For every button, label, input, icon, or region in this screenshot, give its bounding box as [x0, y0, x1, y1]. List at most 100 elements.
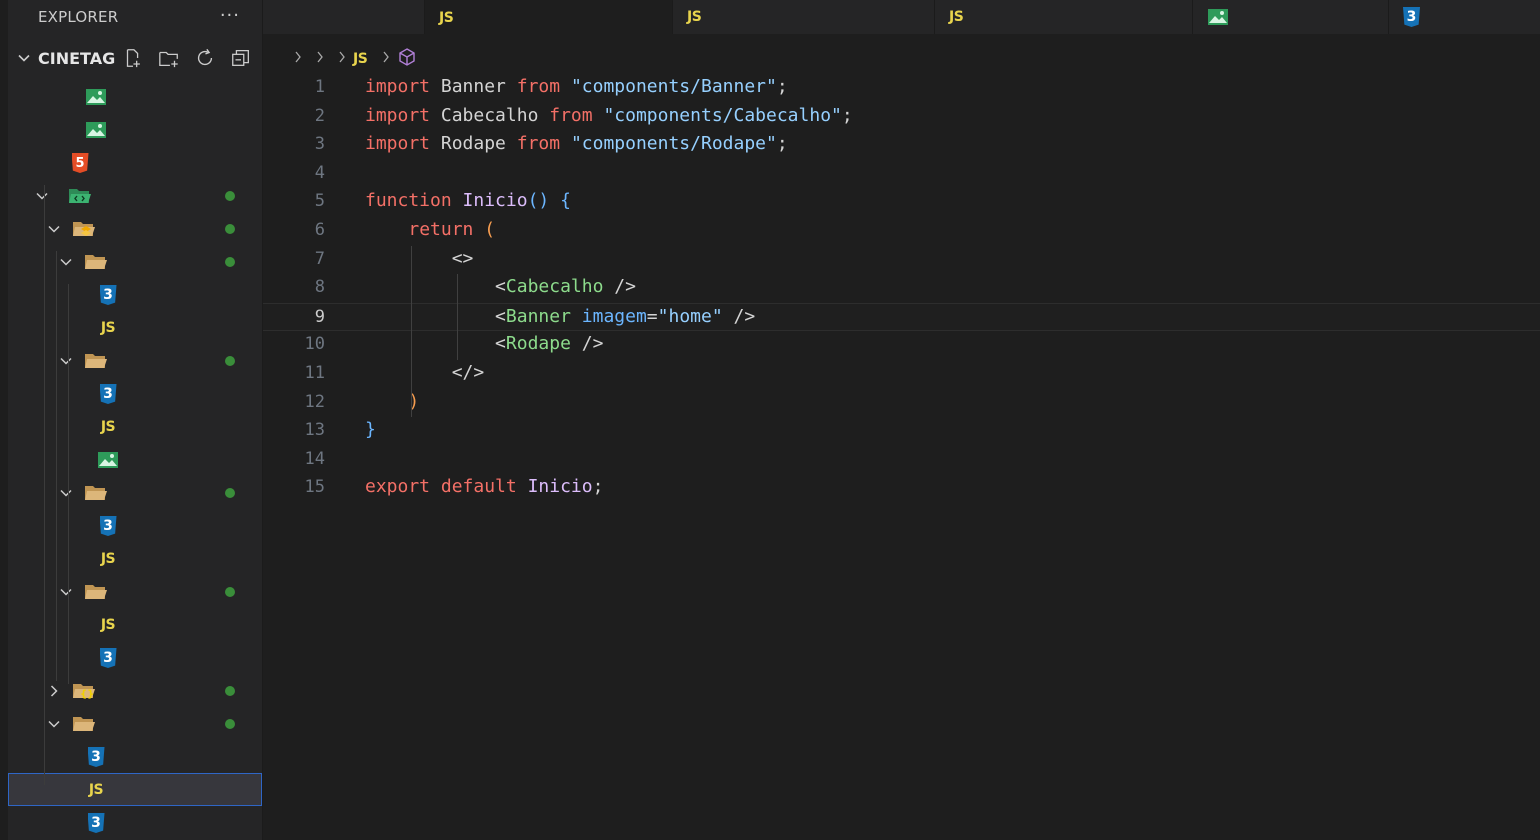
js-file-icon: JS: [439, 9, 454, 26]
file-icon-slot: JS: [96, 416, 120, 438]
line-number: 7: [314, 248, 325, 269]
code-line[interactable]: 6 return (: [263, 217, 1540, 246]
chevron-down-icon[interactable]: [58, 254, 74, 270]
code-line[interactable]: 1 import Banner from "components/Banner";: [263, 74, 1540, 103]
code-token: ;: [776, 133, 788, 155]
code-token: />: [722, 305, 756, 327]
tree-item-pages[interactable]: [8, 707, 262, 740]
chevron-down-icon[interactable]: [58, 584, 74, 600]
file-tree: 5 3 JS 3 JS 3 JS JS 3 {} 3 JS 3: [8, 80, 262, 839]
code-token: Banner: [430, 76, 517, 97]
new-file-icon[interactable]: [121, 46, 145, 70]
code-line[interactable]: 12 ): [263, 389, 1540, 418]
chevron-down-icon[interactable]: [46, 716, 62, 732]
tree-item-index-js[interactable]: JS: [8, 773, 262, 806]
line-number: 5: [314, 191, 325, 212]
code-line[interactable]: 8 <Cabecalho />: [263, 274, 1540, 303]
tree-item-banner[interactable]: [8, 245, 262, 278]
tree-item-favorite-p[interactable]: [8, 80, 262, 113]
code-token: (: [484, 219, 496, 240]
file-icon-slot: [84, 119, 108, 141]
tree-item-cabecal[interactable]: 3: [8, 509, 262, 542]
code-token: import: [365, 76, 431, 97]
code-token: Rodape: [430, 133, 517, 155]
tree-item-logo-ci[interactable]: [8, 443, 262, 476]
file-icon-slot: [96, 449, 120, 471]
editor-indent-guide: [411, 245, 412, 418]
line-number: 1: [314, 77, 325, 97]
code-line[interactable]: 11 </>: [263, 360, 1540, 389]
code-line[interactable]: 5 function Inicio() {: [263, 188, 1540, 217]
chevron-right-icon[interactable]: [46, 683, 62, 699]
line-number: 3: [314, 134, 325, 155]
tab-index-js-rodape[interactable]: JS: [673, 0, 935, 34]
image-file-icon: [86, 122, 106, 138]
code-line[interactable]: 13}: [263, 417, 1540, 446]
tree-item-rodape[interactable]: 3: [8, 641, 262, 674]
js-file-icon: JS: [687, 9, 702, 25]
tree-item-home-png[interactable]: [8, 113, 262, 146]
code-line[interactable]: 9 <Banner imagem="home" />: [263, 302, 1540, 332]
css-file-icon: 3: [87, 747, 105, 767]
code-token: ;: [841, 104, 853, 126]
tree-item-components[interactable]: [8, 212, 262, 245]
tree-item-index-html[interactable]: 5: [8, 146, 262, 179]
tab-index-js-banner[interactable]: JS: [935, 0, 1193, 34]
more-actions-icon[interactable]: ···: [220, 5, 240, 26]
project-header[interactable]: CINETAG: [8, 42, 262, 74]
new-folder-icon[interactable]: [157, 46, 181, 70]
code-line[interactable]: 2 import Cabecalho from "components/Cabec…: [263, 103, 1540, 132]
code-line[interactable]: 14: [263, 446, 1540, 475]
tree-item-index-css[interactable]: 3: [8, 740, 262, 773]
tree-item-cabecal[interactable]: 3: [8, 377, 262, 410]
tree-item-banner[interactable]: 3: [8, 278, 262, 311]
line-number: 10: [304, 334, 325, 355]
image-file-icon: [86, 89, 106, 105]
code-line[interactable]: 7 <>: [263, 246, 1540, 275]
code-editor[interactable]: 1 import Banner from "components/Banner";…: [263, 74, 1540, 840]
tree-item-inicio-mo[interactable]: 3: [8, 806, 262, 839]
breadcrumb-item[interactable]: JS: [353, 47, 375, 68]
code-token: Banner: [505, 305, 571, 327]
code-token: from: [516, 133, 561, 155]
chevron-down-icon[interactable]: [46, 221, 62, 237]
tab--css-inicio[interactable]: [263, 0, 425, 34]
file-icon-slot: 3: [84, 812, 108, 834]
code-token: ;: [592, 476, 604, 498]
tree-item-cabecalho[interactable]: [8, 344, 262, 377]
tree-item-cabecalh[interactable]: [8, 476, 262, 509]
code-line[interactable]: 15 export default Inicio;: [263, 474, 1540, 503]
code-token: />: [603, 276, 636, 298]
tab-home-png[interactable]: [1193, 0, 1389, 34]
chevron-down-icon[interactable]: [34, 188, 50, 204]
tree-item-index-js[interactable]: JS: [8, 311, 262, 344]
tree-item-index-js[interactable]: JS: [8, 608, 262, 641]
code-line[interactable]: 4: [263, 160, 1540, 189]
code-token: from: [516, 76, 561, 97]
code-line[interactable]: 3 import Rodape from "components/Rodape";: [263, 131, 1540, 160]
css-file-icon: 3: [99, 384, 117, 404]
json-folder-icon: {}: [73, 684, 95, 700]
chevron-down-icon[interactable]: [58, 353, 74, 369]
tree-item-rodape[interactable]: [8, 575, 262, 608]
tab-icon-slot: JS: [949, 9, 964, 25]
chevron-down-icon[interactable]: [58, 485, 74, 501]
tab-index-js-inicio[interactable]: JS: [425, 0, 673, 34]
code-line[interactable]: 10 <Rodape />: [263, 331, 1540, 360]
tree-item-src[interactable]: [8, 179, 262, 212]
tree-item-index-js[interactable]: JS: [8, 542, 262, 575]
folder-open-icon: [85, 255, 107, 269]
refresh-icon[interactable]: [193, 46, 217, 70]
code-text: <>: [365, 248, 474, 269]
collapse-all-icon[interactable]: [229, 46, 253, 70]
svg-text:{}: {}: [80, 689, 94, 700]
code-token: ;: [776, 76, 788, 97]
tree-item-json[interactable]: {}: [8, 674, 262, 707]
breadcrumb-item[interactable]: [397, 47, 423, 67]
tab-banner-modu[interactable]: 3: [1389, 0, 1540, 34]
tree-item-index-js[interactable]: JS: [8, 410, 262, 443]
code-token: />: [570, 333, 604, 355]
